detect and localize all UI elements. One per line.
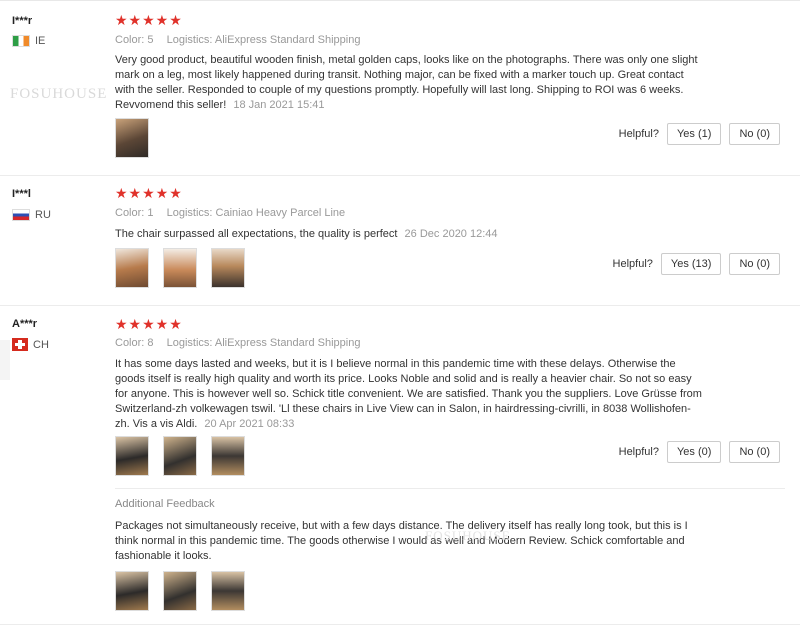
review-photos xyxy=(115,118,149,158)
logistics-label: Logistics: xyxy=(166,207,213,219)
review-text: The chair surpassed all expectations, th… xyxy=(115,227,705,242)
review-text: Very good product, beautiful wooden fini… xyxy=(115,53,705,113)
flag-ch-icon xyxy=(12,338,28,351)
rating-stars: ★★★★★ xyxy=(115,316,183,332)
helpful-label: Helpful? xyxy=(618,128,659,140)
additional-feedback-divider xyxy=(115,488,785,489)
watermark-faint: FOSUHOUSE xyxy=(425,528,511,543)
additional-feedback-text: Packages not simultaneously receive, but… xyxy=(115,520,688,562)
color-label: Color: xyxy=(115,207,145,219)
review-photos xyxy=(115,248,245,288)
country-code: CH xyxy=(33,338,49,351)
review-divider xyxy=(0,624,800,625)
color-label: Color: xyxy=(115,337,145,349)
helpful-no-button[interactable]: No (0) xyxy=(729,123,780,145)
review-date: 18 Jan 2021 15:41 xyxy=(233,99,325,111)
review-text: It has some days lasted and weeks, but i… xyxy=(115,357,705,432)
rating-stars: ★★★★★ xyxy=(115,12,183,28)
review-date: 20 Apr 2021 08:33 xyxy=(204,418,295,430)
review-photo[interactable] xyxy=(163,248,197,288)
review-photos xyxy=(115,436,245,476)
review-photo[interactable] xyxy=(211,436,245,476)
additional-photos xyxy=(115,571,245,611)
helpful-votes: Helpful? Yes (1) No (0) xyxy=(619,123,780,145)
helpful-no-button[interactable]: No (0) xyxy=(729,253,780,275)
review-photo[interactable] xyxy=(115,118,149,158)
helpful-no-button[interactable]: No (0) xyxy=(729,441,780,463)
color-value: 5 xyxy=(147,34,154,46)
review-date: 26 Dec 2020 12:44 xyxy=(404,228,498,240)
review-divider xyxy=(0,175,800,176)
review-photo[interactable] xyxy=(211,571,245,611)
review-photo[interactable] xyxy=(163,436,197,476)
helpful-label: Helpful? xyxy=(618,446,659,458)
helpful-label: Helpful? xyxy=(612,258,653,270)
reviewer-name: I***r xyxy=(12,15,33,27)
logistics-value: Cainiao Heavy Parcel Line xyxy=(215,207,346,219)
review-photo[interactable] xyxy=(163,571,197,611)
top-divider xyxy=(0,0,800,1)
color-value: 1 xyxy=(147,207,154,219)
logistics-label: Logistics: xyxy=(166,34,213,46)
reviewer-name: I***l xyxy=(12,188,31,200)
reviewer-country: RU xyxy=(12,209,51,221)
review-photo[interactable] xyxy=(115,248,149,288)
reviewer-country: CH xyxy=(12,338,49,351)
review-meta: Color: 1 Logistics: Cainiao Heavy Parcel… xyxy=(115,207,345,219)
helpful-yes-button[interactable]: Yes (13) xyxy=(660,253,722,275)
review-photo[interactable] xyxy=(115,571,149,611)
additional-feedback-label: Additional Feedback xyxy=(115,498,215,510)
helpful-yes-button[interactable]: Yes (0) xyxy=(666,441,722,463)
side-edge xyxy=(0,340,10,380)
color-value: 8 xyxy=(147,337,154,349)
review-body: The chair surpassed all expectations, th… xyxy=(115,228,398,240)
reviewer-country: IE xyxy=(12,35,45,47)
review-body: Very good product, beautiful wooden fini… xyxy=(115,54,698,111)
review-meta: Color: 5 Logistics: AliExpress Standard … xyxy=(115,34,360,46)
rating-stars: ★★★★★ xyxy=(115,185,183,201)
logistics-value: AliExpress Standard Shipping xyxy=(214,337,361,349)
reviewer-name: A***r xyxy=(12,318,38,330)
review-photo[interactable] xyxy=(115,436,149,476)
flag-ie-icon xyxy=(12,35,30,47)
logistics-label: Logistics: xyxy=(166,337,213,349)
color-label: Color: xyxy=(115,34,145,46)
country-code: IE xyxy=(35,35,46,47)
helpful-votes: Helpful? Yes (0) No (0) xyxy=(619,441,780,463)
review-divider xyxy=(0,305,800,306)
logistics-value: AliExpress Standard Shipping xyxy=(214,34,361,46)
flag-ru-icon xyxy=(12,209,30,221)
review-photo[interactable] xyxy=(211,248,245,288)
review-meta: Color: 8 Logistics: AliExpress Standard … xyxy=(115,337,360,349)
watermark: FOSUHOUSE xyxy=(10,86,108,102)
helpful-votes: Helpful? Yes (13) No (0) xyxy=(613,253,780,275)
helpful-yes-button[interactable]: Yes (1) xyxy=(666,123,722,145)
country-code: RU xyxy=(35,209,51,221)
